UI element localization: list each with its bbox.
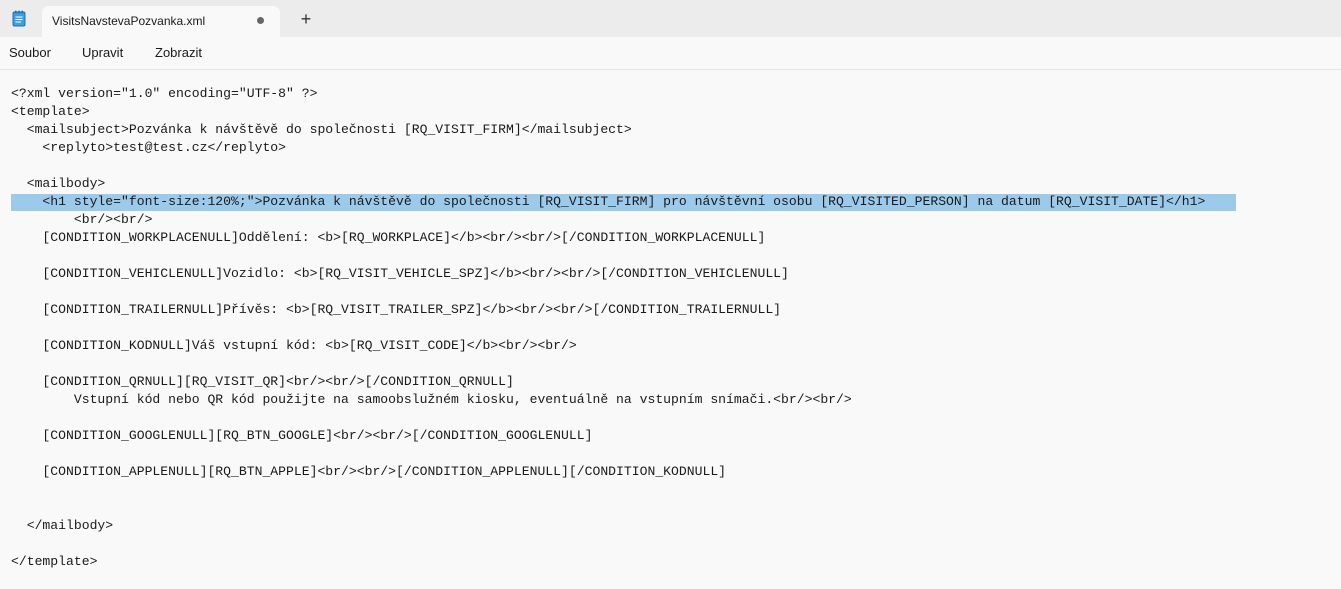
notepad-icon[interactable] — [12, 10, 26, 27]
unsaved-dot-icon[interactable] — [257, 17, 264, 24]
code-line: [CONDITION_TRAILERNULL]Přívěs: <b>[RQ_VI… — [11, 302, 782, 317]
menu-bar: Soubor Upravit Zobrazit — [0, 37, 1341, 70]
code-line: Vstupní kód nebo QR kód použijte na samo… — [11, 392, 852, 407]
text-editor[interactable]: <?xml version="1.0" encoding="UTF-8" ?> … — [0, 70, 1341, 589]
code-line: <br/><br/> — [11, 212, 153, 227]
menu-edit[interactable]: Upravit — [82, 45, 123, 60]
code-line: </template> — [11, 554, 98, 569]
menu-file[interactable]: Soubor — [9, 45, 51, 60]
title-bar: VisitsNavstevaPozvanka.xml + — [0, 0, 1341, 37]
code-line: [CONDITION_GOOGLENULL][RQ_BTN_GOOGLE]<br… — [11, 428, 593, 443]
code-line: <template> — [11, 104, 90, 119]
code-line: </mailbody> — [11, 518, 114, 533]
tab-title: VisitsNavstevaPozvanka.xml — [52, 14, 206, 28]
code-line: <?xml version="1.0" encoding="UTF-8" ?> — [11, 86, 318, 101]
code-line: [CONDITION_WORKPLACENULL]Oddělení: <b>[R… — [11, 230, 766, 245]
code-line: [CONDITION_KODNULL]Váš vstupní kód: <b>[… — [11, 338, 577, 353]
plus-icon[interactable]: + — [296, 9, 316, 29]
code-line: <mailsubject>Pozvánka k návštěvě do spol… — [11, 122, 632, 137]
menu-view[interactable]: Zobrazit — [155, 45, 202, 60]
tab-file[interactable]: VisitsNavstevaPozvanka.xml — [42, 6, 280, 37]
code-line: <mailbody> — [11, 176, 106, 191]
code-line: [CONDITION_APPLENULL][RQ_BTN_APPLE]<br/>… — [11, 464, 727, 479]
code-line: <replyto>test@test.cz</replyto> — [11, 140, 287, 155]
code-line: [CONDITION_VEHICLENULL]Vozidlo: <b>[RQ_V… — [11, 266, 789, 281]
code-line: [CONDITION_QRNULL][RQ_VISIT_QR]<br/><br/… — [11, 374, 514, 389]
code-line-selected: <h1 style="font-size:120%;">Pozvánka k n… — [11, 194, 1206, 209]
